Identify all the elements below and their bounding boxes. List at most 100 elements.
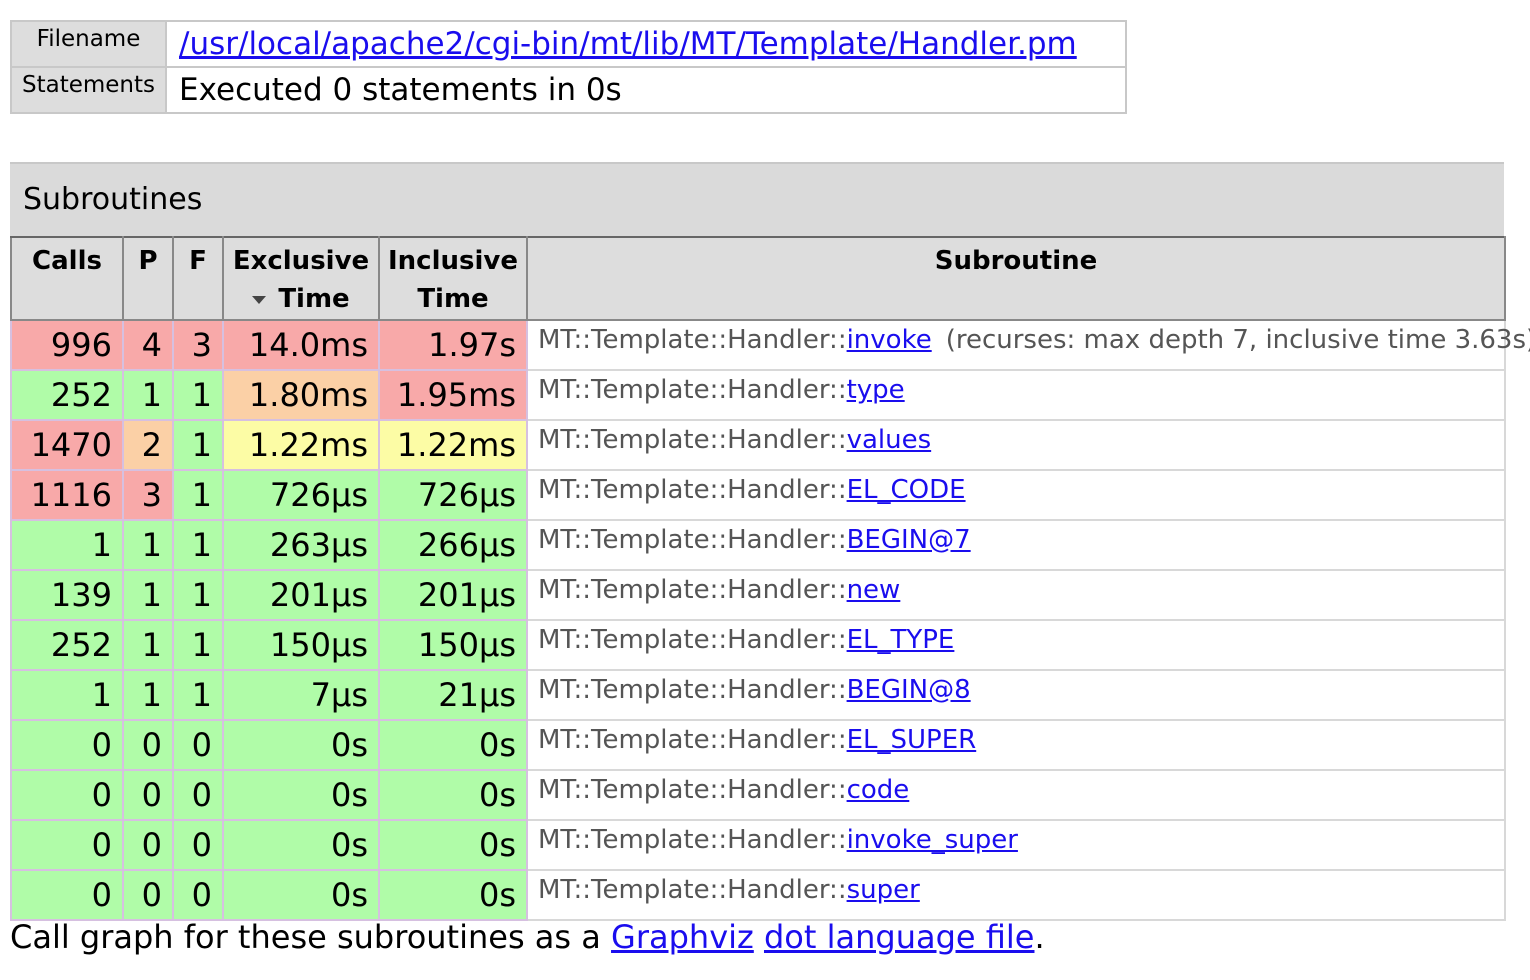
p-cell: 2 bbox=[122, 419, 174, 471]
table-row: 0 0 0 0s 0s MT::Template::Handler::invoke_sup… bbox=[10, 819, 1506, 871]
p-header[interactable]: P bbox=[122, 236, 174, 321]
inclusive-time-cell: 1.22ms bbox=[378, 419, 528, 471]
exclusive-time-cell: 263µs bbox=[222, 519, 380, 571]
filename-link[interactable]: /usr/local/apache2/cgi-bin/mt/lib/MT/Tem… bbox=[179, 26, 1077, 62]
inclusive-time-cell: 150µs bbox=[378, 619, 528, 671]
exclusive-time-cell: 7µs bbox=[222, 669, 380, 721]
filename-row: Filename /usr/local/apache2/cgi-bin/mt/l… bbox=[9, 20, 1128, 68]
subroutine-cell: MT::Template::Handler::EL_CODE bbox=[526, 469, 1506, 521]
inclusive-time-cell: 266µs bbox=[378, 519, 528, 571]
subroutine-package: MT::Template::Handler:: bbox=[538, 325, 847, 355]
f-cell: 1 bbox=[172, 469, 224, 521]
table-row: 996 4 3 14.0ms 1.97s MT::Template::Handler::i… bbox=[10, 319, 1530, 371]
statements-row: Statements Executed 0 statements in 0s bbox=[9, 66, 1128, 114]
p-cell: 3 bbox=[122, 469, 174, 521]
p-header-label: P bbox=[138, 246, 158, 276]
calls-cell: 0 bbox=[10, 719, 124, 771]
subroutine-package: MT::Template::Handler:: bbox=[538, 525, 847, 555]
subroutine-cell: MT::Template::Handler::BEGIN@7 bbox=[526, 519, 1506, 571]
table-row: 1116 3 1 726µs 726µs MT::Template::Handler::E… bbox=[10, 469, 1506, 521]
p-cell: 1 bbox=[122, 369, 174, 421]
subroutine-link[interactable]: new bbox=[847, 575, 901, 605]
subroutine-header-label: Subroutine bbox=[934, 246, 1098, 276]
f-header-label: F bbox=[189, 246, 207, 276]
p-cell: 0 bbox=[122, 819, 174, 871]
exclusive-time-header[interactable]: Exclusive Time bbox=[222, 236, 380, 321]
subroutines-caption: Subroutines bbox=[10, 162, 1504, 236]
subroutine-link[interactable]: invoke bbox=[847, 325, 932, 355]
table-row: 1 1 1 263µs 266µs MT::Template::Handler::BEGI… bbox=[10, 519, 1506, 571]
subroutine-package: MT::Template::Handler:: bbox=[538, 575, 847, 605]
f-cell: 1 bbox=[172, 519, 224, 571]
exclusive-time-cell: 0s bbox=[222, 719, 380, 771]
f-cell: 1 bbox=[172, 619, 224, 671]
subroutines-header-row: Calls P F Exclusive Time Inclusive Time … bbox=[10, 236, 1506, 321]
subroutine-cell: MT::Template::Handler::invoke_super bbox=[526, 819, 1506, 871]
inclusive-time-cell: 0s bbox=[378, 719, 528, 771]
inclusive-time-label-1: Inclusive bbox=[388, 246, 518, 276]
footer-suffix: . bbox=[1034, 918, 1045, 956]
subroutine-cell: MT::Template::Handler::new bbox=[526, 569, 1506, 621]
subroutine-cell: MT::Template::Handler::code bbox=[526, 769, 1506, 821]
exclusive-time-cell: 150µs bbox=[222, 619, 380, 671]
inclusive-time-cell: 21µs bbox=[378, 669, 528, 721]
sort-descending-icon bbox=[252, 295, 267, 304]
subroutine-package: MT::Template::Handler:: bbox=[538, 875, 847, 905]
table-row: 1 1 1 7µs 21µs MT::Template::Handler::BEGIN@8 bbox=[10, 669, 1506, 721]
calls-cell: 139 bbox=[10, 569, 124, 621]
calls-cell: 996 bbox=[10, 319, 124, 371]
subroutine-package: MT::Template::Handler:: bbox=[538, 675, 847, 705]
subroutine-package: MT::Template::Handler:: bbox=[538, 775, 847, 805]
p-cell: 1 bbox=[122, 569, 174, 621]
subroutine-package: MT::Template::Handler:: bbox=[538, 475, 847, 505]
exclusive-time-label-2: Time bbox=[278, 284, 350, 314]
subroutine-link[interactable]: EL_SUPER bbox=[847, 725, 977, 755]
calls-cell: 0 bbox=[10, 769, 124, 821]
subroutine-link[interactable]: BEGIN@7 bbox=[847, 525, 971, 555]
exclusive-time-cell: 1.80ms bbox=[222, 369, 380, 421]
inclusive-time-cell: 1.95ms bbox=[378, 369, 528, 421]
file-info-table: Filename /usr/local/apache2/cgi-bin/mt/l… bbox=[9, 20, 1128, 114]
inclusive-time-header[interactable]: Inclusive Time bbox=[378, 236, 528, 321]
subroutine-link[interactable]: BEGIN@8 bbox=[847, 675, 971, 705]
subroutine-header[interactable]: Subroutine bbox=[526, 236, 1506, 321]
table-row: 252 1 1 150µs 150µs MT::Template::Handler::EL… bbox=[10, 619, 1506, 671]
filename-label: Filename bbox=[9, 20, 168, 68]
call-graph-footer: Call graph for these subroutines as a Gr… bbox=[10, 918, 1045, 956]
subroutine-package: MT::Template::Handler:: bbox=[538, 375, 847, 405]
table-row: 0 0 0 0s 0s MT::Template::Handler::EL_SUPER bbox=[10, 719, 1506, 771]
inclusive-time-cell: 1.97s bbox=[378, 319, 528, 371]
inclusive-time-cell: 0s bbox=[378, 769, 528, 821]
subroutine-package: MT::Template::Handler:: bbox=[538, 625, 847, 655]
exclusive-time-cell: 201µs bbox=[222, 569, 380, 621]
subroutine-link[interactable]: values bbox=[847, 425, 932, 455]
exclusive-time-cell: 0s bbox=[222, 769, 380, 821]
f-header[interactable]: F bbox=[172, 236, 224, 321]
exclusive-time-cell: 14.0ms bbox=[222, 319, 380, 371]
graphviz-link[interactable]: Graphviz bbox=[611, 918, 754, 956]
subroutine-link[interactable]: code bbox=[847, 775, 910, 805]
subroutine-link[interactable]: type bbox=[847, 375, 905, 405]
f-cell: 1 bbox=[172, 669, 224, 721]
statements-value: Executed 0 statements in 0s bbox=[165, 66, 1128, 114]
calls-cell: 1470 bbox=[10, 419, 124, 471]
exclusive-time-cell: 0s bbox=[222, 819, 380, 871]
calls-header[interactable]: Calls bbox=[10, 236, 124, 321]
f-cell: 0 bbox=[172, 769, 224, 821]
subroutine-cell: MT::Template::Handler::values bbox=[526, 419, 1506, 471]
f-cell: 1 bbox=[172, 419, 224, 471]
inclusive-time-cell: 0s bbox=[378, 819, 528, 871]
subroutine-link[interactable]: super bbox=[847, 875, 920, 905]
subroutine-link[interactable]: EL_CODE bbox=[847, 475, 966, 505]
filename-value-cell: /usr/local/apache2/cgi-bin/mt/lib/MT/Tem… bbox=[165, 20, 1128, 68]
f-cell: 1 bbox=[172, 569, 224, 621]
subroutine-link[interactable]: invoke_super bbox=[847, 825, 1018, 855]
dot-language-file-link[interactable]: dot language file bbox=[764, 918, 1035, 956]
subroutine-link[interactable]: EL_TYPE bbox=[847, 625, 955, 655]
table-row: 139 1 1 201µs 201µs MT::Template::Handler::ne… bbox=[10, 569, 1506, 621]
calls-cell: 252 bbox=[10, 369, 124, 421]
inclusive-time-cell: 0s bbox=[378, 869, 528, 921]
footer-prefix: Call graph for these subroutines as a bbox=[10, 918, 612, 956]
subroutine-cell: MT::Template::Handler::super bbox=[526, 869, 1506, 921]
calls-cell: 0 bbox=[10, 869, 124, 921]
